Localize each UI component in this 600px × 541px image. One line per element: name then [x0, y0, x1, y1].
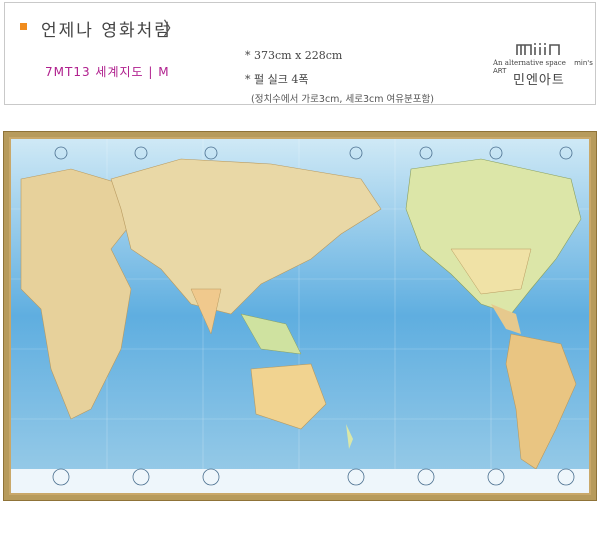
chevron-right-icon[interactable]: 〉 [163, 15, 181, 41]
product-model: 7MT13 세계지도 | M [45, 65, 170, 79]
brand-logo [516, 43, 560, 55]
product-title: 언제나 영화처럼 [41, 21, 172, 41]
brand-tagline-text: An alternative space [493, 59, 566, 67]
brand-name: 민엔아트 [513, 73, 565, 88]
orange-bullet-icon [20, 23, 27, 30]
spec-note: (정치수에서 가로3cm, 세로3cm 여유분포함) [251, 94, 434, 105]
spec-material: * 펄 실크 4폭 [245, 73, 309, 86]
world-map-icon [11, 139, 589, 493]
spec-size: * 373cm x 228cm [245, 49, 343, 62]
product-header: 언제나 영화처럼 〉 7MT13 세계지도 | M * 373cm x 228c… [4, 2, 596, 105]
world-map-image [3, 131, 597, 501]
